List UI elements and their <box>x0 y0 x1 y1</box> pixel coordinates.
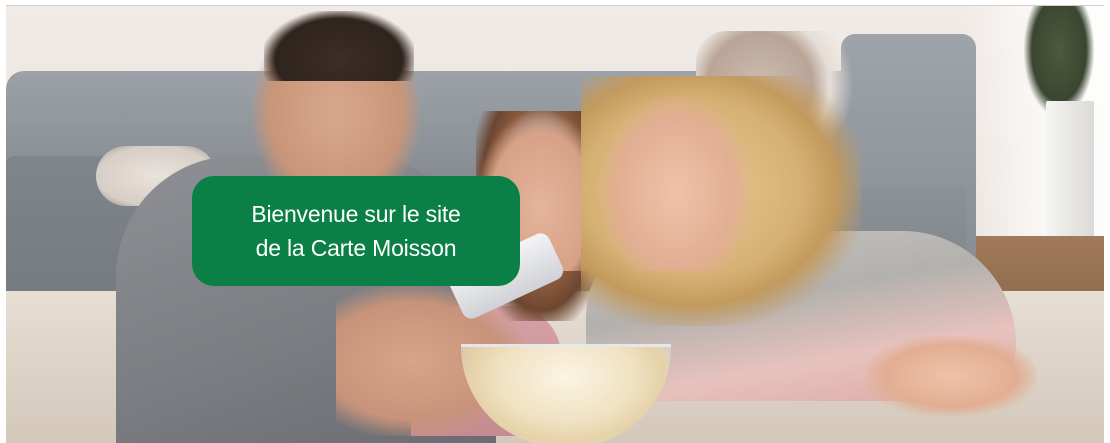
photo-plant <box>1024 6 1094 116</box>
photo-woman-arm <box>866 336 1036 416</box>
welcome-badge: Bienvenue sur le site de la Carte Moisso… <box>192 176 520 286</box>
welcome-text-line-1: Bienvenue sur le site <box>251 201 461 227</box>
photo-man-hair <box>264 11 414 81</box>
photo-plant-pot <box>1046 101 1094 251</box>
welcome-text-line-2: de la Carte Moisson <box>255 235 457 261</box>
hero-banner: Bienvenue sur le site de la Carte Moisso… <box>6 5 1104 443</box>
photo-woman-face <box>601 96 751 271</box>
